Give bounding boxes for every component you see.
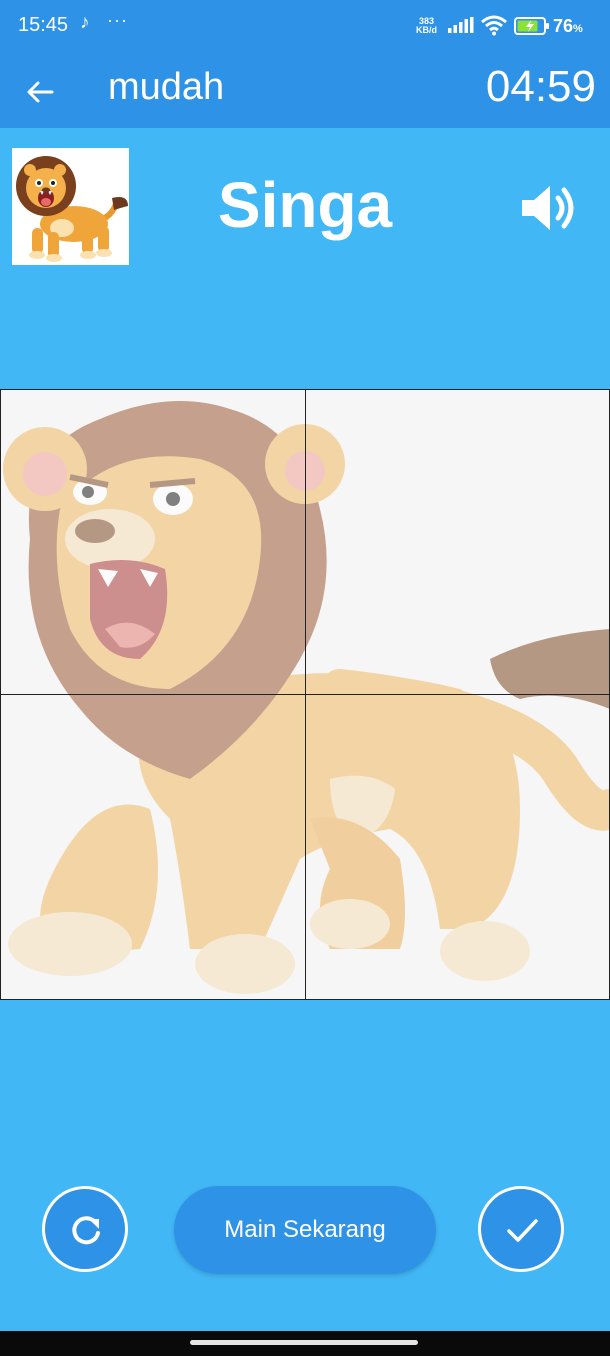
wifi-icon	[481, 15, 507, 36]
speaker-icon[interactable]	[516, 180, 580, 236]
app-bar: mudah 04:59	[0, 56, 610, 128]
home-gesture-handle[interactable]	[190, 1340, 418, 1345]
puzzle-tile[interactable]	[305, 694, 610, 1000]
tiktok-icon: ♪	[80, 12, 90, 33]
level-title: mudah	[108, 66, 225, 108]
battery-level: 76	[553, 16, 574, 36]
refresh-icon	[72, 1216, 100, 1245]
network-speed-unit: KB/d	[416, 25, 437, 35]
system-nav-bar	[0, 1331, 610, 1356]
reset-button[interactable]	[42, 1186, 128, 1272]
battery-icon	[514, 17, 549, 35]
puzzle-tile[interactable]	[0, 694, 306, 1000]
status-time: 15:45	[18, 14, 69, 36]
network-speed: 383 KB/d	[416, 17, 437, 35]
status-bar: 15:45 ♪ ··· 383 KB/d 76%	[0, 0, 610, 56]
play-now-button[interactable]: Main Sekarang	[174, 1186, 436, 1274]
battery-unit: %	[573, 23, 583, 35]
puzzle-tile[interactable]	[0, 389, 306, 695]
check-button[interactable]	[478, 1186, 564, 1272]
arrow-left-icon[interactable]	[20, 72, 60, 112]
signal-icon	[448, 17, 474, 33]
puzzle-board	[0, 389, 610, 1000]
check-icon	[507, 1219, 538, 1242]
puzzle-tile[interactable]	[305, 389, 610, 695]
countdown-timer: 04:59	[485, 62, 596, 111]
more-notifications-icon: ···	[107, 10, 128, 30]
